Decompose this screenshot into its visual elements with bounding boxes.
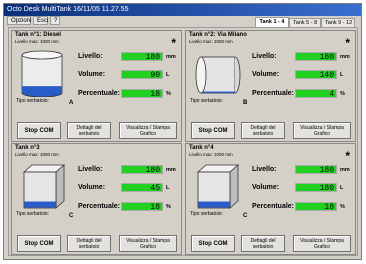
livello-display: 180	[121, 52, 163, 62]
volume-label: Volume:	[252, 71, 280, 78]
percentuale-label: Percentuale:	[252, 90, 295, 97]
tab-tank-9-12[interactable]: Tank 9 - 12	[321, 18, 355, 27]
volume-unit: L	[166, 72, 170, 78]
percentuale-display: 4	[295, 89, 337, 99]
tank-type-label: Tipo serbatoio:	[190, 211, 223, 217]
volume-label: Volume:	[78, 184, 106, 191]
tank-max-level: Livello max: 1000 mm	[15, 39, 59, 44]
tank-details-button[interactable]: Dettagli del serbatoio	[241, 122, 285, 139]
percentuale-unit: %	[166, 91, 171, 97]
tank-shape	[21, 50, 63, 97]
volume-display: 90	[121, 70, 163, 80]
livello-display: 180	[295, 165, 337, 175]
view-print-graph-button[interactable]: Visualizza / Stampa Grafico	[119, 122, 177, 139]
volume-unit: L	[340, 72, 344, 78]
tank-title: Tank n°1: Diesel	[15, 32, 61, 38]
percentuale-display: 18	[121, 202, 163, 212]
window-title: Octo Desk MultiTank 16/11/05 11.27.55	[4, 4, 361, 16]
livello-display: 180	[121, 165, 163, 175]
tank-type-label: Tipo serbatoio:	[16, 211, 49, 217]
stop-com-button[interactable]: Stop COM	[17, 235, 61, 252]
tank-panel-4: Tank n°4 Livello max: 1000 mm * Tipo ser…	[185, 143, 356, 255]
tank-grid: Tank n°1: Diesel Livello max: 1000 mm * …	[8, 27, 358, 256]
view-print-graph-button[interactable]: Visualizza / Stampa Grafico	[119, 235, 177, 252]
tank-shape	[195, 56, 241, 94]
volume-display: 180	[295, 183, 337, 193]
tank-title: Tank n°2: Via Milano	[189, 32, 247, 38]
percentuale-display: 18	[121, 89, 163, 99]
livello-display: 180	[295, 52, 337, 62]
tank-panel-1: Tank n°1: Diesel Livello max: 1000 mm * …	[11, 30, 182, 142]
tab-tank-1-4[interactable]: Tank 1 - 4	[255, 17, 289, 27]
tank-liquid	[22, 86, 62, 97]
tank-type-value: A	[69, 100, 74, 106]
livello-unit: mm	[340, 54, 350, 60]
tank-graphic	[22, 164, 66, 209]
tank-shape	[22, 164, 66, 209]
tank-type-label: Tipo serbatoio:	[190, 98, 223, 104]
livello-unit: mm	[340, 167, 350, 173]
stop-com-button[interactable]: Stop COM	[17, 122, 61, 139]
tank-shape	[196, 164, 240, 209]
percentuale-label: Percentuale:	[252, 203, 295, 210]
livello-label: Livello:	[252, 53, 277, 60]
percentuale-label: Percentuale:	[78, 90, 121, 97]
tank-type-value: C	[243, 213, 248, 219]
alarm-star: *	[345, 36, 350, 50]
tank-title: Tank n°4	[189, 145, 214, 151]
livello-label: Livello:	[252, 166, 277, 173]
tank-max-level: Livello max: 2000 mm	[189, 39, 233, 44]
tank-max-level: Livello max: 1000 mm	[15, 152, 59, 157]
menu-opzioni[interactable]: Opzioni	[7, 16, 31, 25]
tank-details-button[interactable]: Dettagli del serbatoio	[241, 235, 285, 252]
tank-graphic	[195, 56, 241, 94]
percentuale-display: 18	[295, 202, 337, 212]
tank-title: Tank n°3	[15, 145, 40, 151]
menu-help[interactable]: ?	[50, 16, 60, 25]
livello-label: Livello:	[78, 166, 103, 173]
percentuale-label: Percentuale:	[78, 203, 121, 210]
volume-display: 45	[121, 183, 163, 193]
volume-label: Volume:	[78, 71, 106, 78]
tank-liquid	[201, 91, 235, 93]
view-print-graph-button[interactable]: Visualizza / Stampa Grafico	[293, 235, 351, 252]
tab-strip: Tank 1 - 4 Tank 5 - 8 Tank 9 - 12	[255, 17, 355, 27]
percentuale-unit: %	[340, 204, 345, 210]
menu-esci[interactable]: Esci	[33, 16, 48, 25]
percentuale-unit: %	[166, 204, 171, 210]
livello-label: Livello:	[78, 53, 103, 60]
tank-graphic	[196, 164, 240, 209]
tank-graphic	[21, 50, 63, 97]
stop-com-button[interactable]: Stop COM	[191, 235, 235, 252]
tank-panel-3: Tank n°3 Livello max: 1000 mm Tipo serba…	[11, 143, 182, 255]
stop-com-button[interactable]: Stop COM	[191, 122, 235, 139]
livello-unit: mm	[166, 167, 176, 173]
tank-max-level: Livello max: 1000 mm	[189, 152, 233, 157]
tank-panel-2: Tank n°2: Via Milano Livello max: 2000 m…	[185, 30, 356, 142]
tank-type-label: Tipo serbatoio:	[16, 98, 49, 104]
view-print-graph-button[interactable]: Visualizza / Stampa Grafico	[293, 122, 351, 139]
volume-unit: L	[166, 185, 170, 191]
tank-details-button[interactable]: Dettagli del serbatoio	[67, 235, 111, 252]
volume-display: 140	[295, 70, 337, 80]
tank-liquid	[198, 201, 230, 208]
tank-type-value: C	[69, 213, 74, 219]
volume-unit: L	[340, 185, 344, 191]
volume-label: Volume:	[252, 184, 280, 191]
app-window: Octo Desk MultiTank 16/11/05 11.27.55 Op…	[3, 3, 362, 260]
livello-unit: mm	[166, 54, 176, 60]
tab-tank-5-8[interactable]: Tank 5 - 8	[289, 18, 321, 27]
alarm-star: *	[171, 36, 176, 50]
tank-type-value: B	[243, 100, 248, 106]
tank-liquid	[24, 201, 56, 208]
percentuale-unit: %	[340, 91, 345, 97]
tank-details-button[interactable]: Dettagli del serbatoio	[67, 122, 111, 139]
alarm-star: *	[345, 149, 350, 163]
